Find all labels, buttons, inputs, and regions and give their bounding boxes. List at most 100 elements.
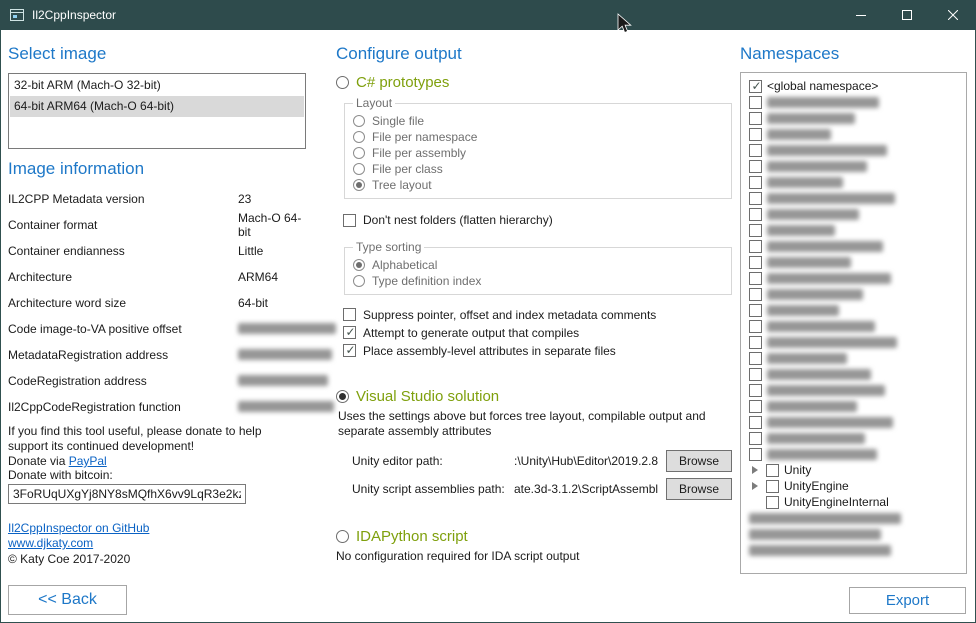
layout-option[interactable]: Tree layout (353, 177, 723, 192)
namespace-item[interactable]: <global namespace> (749, 78, 962, 94)
checkbox-icon (749, 288, 762, 301)
info-value: Mach-O 64-bit (238, 211, 306, 239)
unity-editor-path-row: Unity editor path: :\Unity\Hub\Editor\20… (352, 450, 732, 472)
namespace-item[interactable] (749, 142, 962, 158)
output-checkbox[interactable]: Attempt to generate output that compiles (343, 325, 732, 340)
minimize-button[interactable] (838, 0, 884, 30)
namespace-item[interactable] (749, 158, 962, 174)
info-value (238, 349, 332, 360)
namespace-item[interactable] (749, 446, 962, 462)
bitcoin-address-input[interactable] (8, 484, 246, 504)
redacted-namespace (767, 369, 871, 380)
github-link[interactable]: Il2CppInspector on GitHub (8, 521, 149, 535)
namespace-item[interactable] (749, 110, 962, 126)
output-checkbox[interactable]: Place assembly-level attributes in separ… (343, 343, 732, 358)
checkbox-icon (749, 80, 762, 93)
redacted-namespace (767, 337, 897, 348)
namespace-list[interactable]: <global namespace> UnityUnityEngineUnityE… (740, 72, 967, 574)
paypal-link[interactable]: PayPal (69, 454, 107, 468)
namespace-item[interactable] (749, 510, 962, 526)
maximize-button[interactable] (884, 0, 930, 30)
redacted-value (238, 401, 334, 412)
namespace-item[interactable]: Unity (749, 462, 962, 478)
expander-icon[interactable] (749, 482, 761, 490)
browse-editor-path-button[interactable]: Browse (666, 450, 732, 472)
namespace-item[interactable] (749, 526, 962, 542)
bitcoin-label: Donate with bitcoin: (8, 468, 306, 482)
namespace-item[interactable] (749, 318, 962, 334)
namespace-item[interactable] (749, 126, 962, 142)
namespace-item[interactable]: UnityEngine (749, 478, 962, 494)
namespace-item[interactable] (749, 190, 962, 206)
type-sorting-options: AlphabeticalType definition index (353, 257, 723, 288)
csharp-prototypes-radio[interactable]: C# prototypes (336, 73, 732, 91)
back-button[interactable]: << Back (8, 585, 127, 615)
layout-group: Layout Single fileFile per namespaceFile… (344, 96, 732, 199)
namespace-label: <global namespace> (767, 79, 878, 93)
flatten-checkbox[interactable]: Don't nest folders (flatten hierarchy) (343, 212, 732, 228)
image-list[interactable]: 32-bit ARM (Mach-O 32-bit)64-bit ARM64 (… (8, 73, 306, 149)
image-list-item[interactable]: 32-bit ARM (Mach-O 32-bit) (10, 75, 304, 96)
redacted-namespace (767, 353, 847, 364)
redacted-namespace (767, 97, 879, 108)
radio-icon (336, 390, 349, 403)
layout-option[interactable]: File per namespace (353, 129, 723, 144)
browse-script-path-button[interactable]: Browse (666, 478, 732, 500)
namespace-item[interactable] (749, 398, 962, 414)
app-icon (9, 7, 25, 23)
namespace-item[interactable] (749, 238, 962, 254)
ida-description: No configuration required for IDA script… (336, 549, 732, 563)
namespace-item[interactable] (749, 222, 962, 238)
namespace-item[interactable] (749, 350, 962, 366)
redacted-namespace (767, 177, 843, 188)
main-content: Select image 32-bit ARM (Mach-O 32-bit)6… (0, 30, 976, 623)
info-label: CodeRegistration address (8, 374, 238, 388)
expander-icon[interactable] (749, 466, 761, 474)
type-sorting-option[interactable]: Type definition index (353, 273, 723, 288)
info-value (238, 323, 336, 334)
namespace-item[interactable] (749, 286, 962, 302)
checkbox-icon (749, 320, 762, 333)
redacted-namespace (767, 161, 867, 172)
namespace-item[interactable] (749, 174, 962, 190)
namespace-item[interactable] (749, 206, 962, 222)
layout-option[interactable]: Single file (353, 113, 723, 128)
namespace-item[interactable]: UnityEngineInternal (749, 494, 962, 510)
checkbox-icon (749, 128, 762, 141)
namespace-label: UnityEngineInternal (784, 495, 889, 509)
option-label: Tree layout (372, 178, 432, 192)
layout-option[interactable]: File per assembly (353, 145, 723, 160)
info-value: 23 (238, 192, 306, 206)
namespace-item[interactable] (749, 254, 962, 270)
checkbox-icon (749, 144, 762, 157)
checkbox-icon (766, 480, 779, 493)
visual-studio-label: Visual Studio solution (356, 388, 499, 405)
namespace-item[interactable] (749, 542, 962, 558)
namespace-item[interactable] (749, 366, 962, 382)
export-button[interactable]: Export (849, 587, 966, 614)
close-button[interactable] (930, 0, 976, 30)
csharp-prototypes-label: C# prototypes (356, 74, 449, 91)
type-sorting-group: Type sorting AlphabeticalType definition… (344, 240, 732, 295)
namespace-item[interactable] (749, 430, 962, 446)
layout-option[interactable]: File per class (353, 161, 723, 176)
unity-script-path-row: Unity script assemblies path: ate.3d-3.1… (352, 478, 732, 500)
namespace-item[interactable] (749, 382, 962, 398)
info-row: Architecture word size64-bit (8, 296, 306, 309)
redacted-value (238, 349, 332, 360)
namespace-item[interactable] (749, 270, 962, 286)
titlebar: Il2CppInspector (0, 0, 976, 30)
type-sorting-option[interactable]: Alphabetical (353, 257, 723, 272)
namespace-item[interactable] (749, 334, 962, 350)
namespace-item[interactable] (749, 302, 962, 318)
redacted-namespace (767, 289, 863, 300)
output-checkbox[interactable]: Suppress pointer, offset and index metad… (343, 307, 732, 322)
website-link[interactable]: www.djkaty.com (8, 536, 93, 550)
idapython-radio[interactable]: IDAPython script (336, 527, 732, 545)
namespace-item[interactable] (749, 414, 962, 430)
namespace-item[interactable] (749, 94, 962, 110)
visual-studio-radio[interactable]: Visual Studio solution (336, 387, 732, 405)
checkbox-icon (749, 160, 762, 173)
image-list-item[interactable]: 64-bit ARM64 (Mach-O 64-bit) (10, 96, 304, 117)
checkbox-icon (343, 326, 356, 339)
